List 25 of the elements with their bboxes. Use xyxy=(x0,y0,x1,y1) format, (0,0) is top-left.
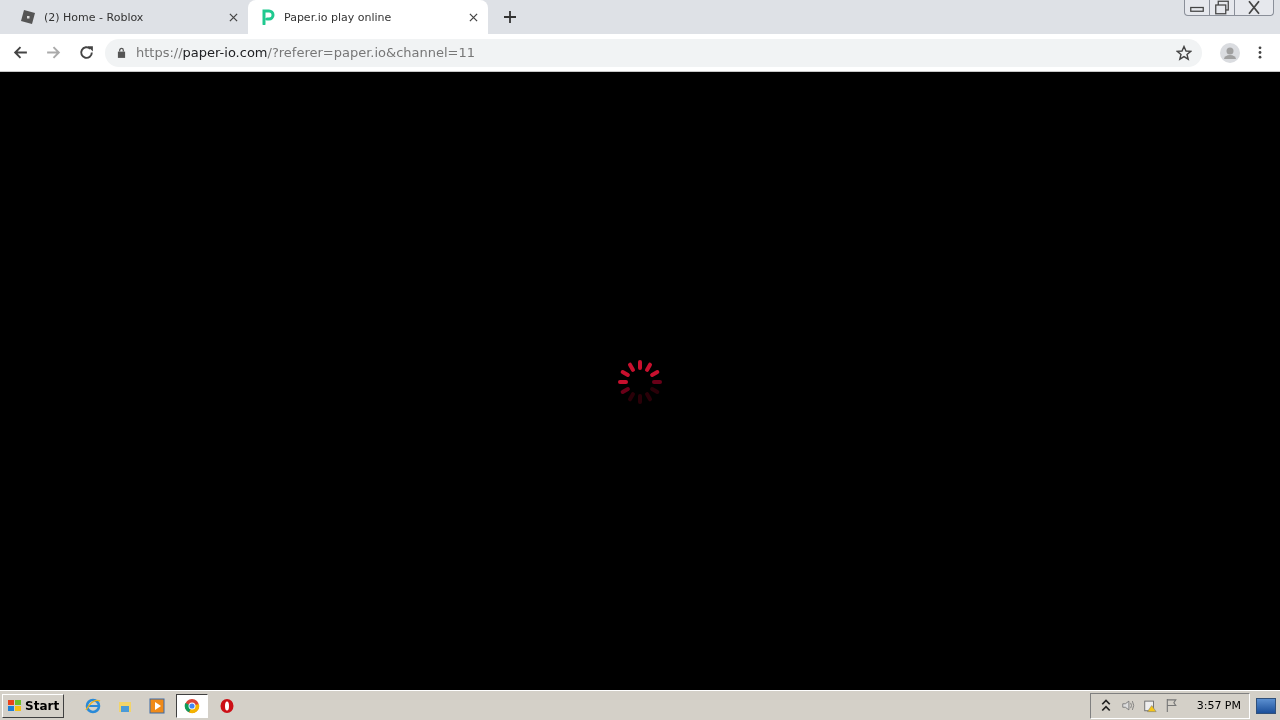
show-desktop-button[interactable] xyxy=(1256,697,1276,714)
plus-icon[interactable] xyxy=(504,11,516,23)
ring-o-icon xyxy=(219,697,236,714)
letter-shape-icon xyxy=(260,9,276,25)
menu-icon[interactable] xyxy=(1258,45,1262,60)
reload-icon[interactable] xyxy=(78,44,95,61)
taskbar-app[interactable] xyxy=(176,693,209,718)
start-button[interactable]: Start xyxy=(2,693,65,718)
clock[interactable]: 3:57 PM xyxy=(1196,699,1241,712)
back-arrow-icon[interactable] xyxy=(12,44,29,61)
close-icon[interactable] xyxy=(469,12,478,22)
windows-logo-icon xyxy=(7,697,23,714)
browser-tab[interactable]: Paper.io play online xyxy=(248,0,488,34)
network-warning-icon[interactable] xyxy=(1142,698,1157,713)
flag-icon[interactable] xyxy=(1164,698,1179,713)
browser-tab[interactable]: (2) Home - Roblox xyxy=(8,0,248,34)
address-bar[interactable]: https://paper-io.com/?referer=paper.io&channel=11 xyxy=(105,38,1202,67)
spinner-icon xyxy=(615,357,665,407)
letter-e-globe-icon xyxy=(85,697,102,714)
profile-avatar-icon[interactable] xyxy=(1220,42,1240,63)
close-icon[interactable] xyxy=(229,12,238,22)
star-icon[interactable] xyxy=(1176,44,1192,61)
chrome-logo-icon xyxy=(184,697,201,714)
lock-icon xyxy=(117,47,126,58)
play-icon xyxy=(149,697,166,714)
